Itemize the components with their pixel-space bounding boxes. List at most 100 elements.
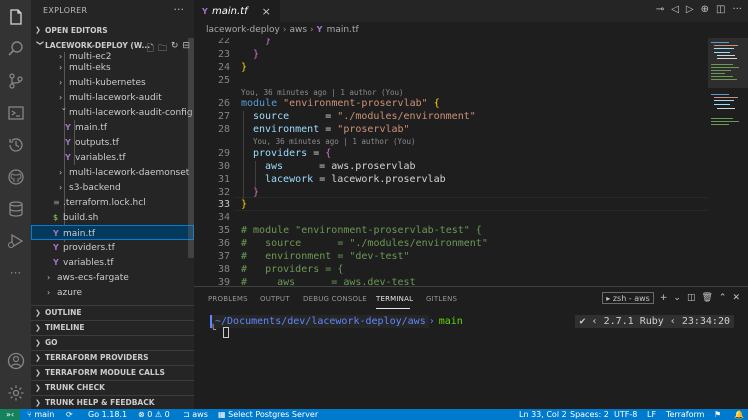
- tree-file[interactable]: Yvariables.tf: [31, 150, 194, 165]
- tree-folder[interactable]: › multi-eks: [31, 60, 194, 75]
- problems-status[interactable]: ⊗ 0 ⚠ 0: [138, 409, 170, 420]
- code-line: }: [241, 199, 248, 210]
- cursor-position[interactable]: Ln 33, Col 2: [519, 409, 567, 420]
- tab-problems[interactable]: PROBLEMS: [208, 295, 248, 303]
- prompt-branch: main: [438, 315, 463, 327]
- minimap-line: [711, 94, 729, 95]
- manage-gear-icon[interactable]: [0, 378, 31, 408]
- open-editors-section[interactable]: ❯ OPEN EDITORS: [31, 23, 194, 37]
- close-panel-icon[interactable]: ✕: [732, 293, 740, 303]
- indentation[interactable]: Spaces: 2: [570, 409, 609, 420]
- explorer-icon[interactable]: [0, 2, 31, 32]
- terminal-prompt: ~/Documents/dev/lacework-deploy/aws › ma…: [210, 314, 467, 328]
- code-line: # environment = "dev-test": [241, 251, 410, 262]
- new-terminal-button[interactable]: +: [660, 293, 668, 303]
- github-icon[interactable]: [0, 162, 31, 192]
- chevron-right-icon: ›: [47, 273, 51, 282]
- breadcrumb-item[interactable]: aws: [289, 25, 307, 35]
- toggle-blame-icon[interactable]: ⊕: [701, 4, 709, 15]
- language-mode[interactable]: Terraform: [666, 409, 704, 420]
- remote-indicator[interactable]: »‹: [0, 409, 20, 420]
- tree-file-selected[interactable]: Ymain.tf: [31, 225, 194, 240]
- chevron-right-icon: ❯: [35, 26, 41, 34]
- tab-debug-console[interactable]: DEBUG CONSOLE: [303, 295, 367, 303]
- tree-folder[interactable]: › azure: [31, 285, 194, 300]
- git-blame-annotation[interactable]: You, 36 minutes ago | 1 author (You): [241, 88, 404, 97]
- trash-icon[interactable]: 🗑: [701, 293, 712, 303]
- tree-folder[interactable]: › s3-backend: [31, 180, 194, 195]
- split-terminal-icon[interactable]: ◫: [687, 293, 696, 303]
- tab-main-tf[interactable]: Y main.tf ×: [194, 0, 280, 22]
- tab-output[interactable]: OUTPUT: [260, 295, 290, 303]
- code-line: }: [241, 62, 248, 73]
- shell-file-icon: $: [53, 213, 59, 222]
- chevron-right-icon: ›: [59, 93, 63, 102]
- run-debug-icon[interactable]: [0, 226, 31, 256]
- chevron-down-icon[interactable]: ⌄: [673, 293, 681, 303]
- minimap[interactable]: [708, 38, 748, 286]
- trunk-check-section[interactable]: ❯ TRUNK CHECK: [31, 380, 194, 394]
- terminal-selector[interactable]: ▸ zsh - aws: [602, 292, 654, 304]
- tree-folder[interactable]: ›multi-lacework-audit-config: [31, 105, 194, 120]
- database-icon[interactable]: [0, 194, 31, 224]
- tab-label: main.tf: [212, 5, 248, 17]
- line-number: 39: [217, 277, 230, 286]
- breadcrumb: lacework-deploy › aws › Ymain.tf: [194, 22, 748, 38]
- code-line: environment = "proservlab": [253, 124, 410, 135]
- next-change-icon[interactable]: ▷: [686, 4, 694, 15]
- folder-status[interactable]: ⊐ aws: [183, 409, 208, 420]
- end-of-line[interactable]: LF: [647, 409, 656, 420]
- code-line: }: [253, 49, 260, 60]
- tree-folder[interactable]: › multi-lacework-audit: [31, 90, 194, 105]
- tree-file[interactable]: Youtputs.tf: [31, 135, 194, 150]
- terraform-file-icon: Y: [65, 123, 71, 132]
- tree-folder[interactable]: › aws-ecs-fargate: [31, 270, 194, 285]
- account-icon[interactable]: [0, 346, 31, 376]
- postgres-status[interactable]: ▦ Select Postgres Server: [218, 409, 318, 420]
- trunk-help-section[interactable]: ❯ TRUNK HELP & FEEDBACK: [31, 395, 194, 409]
- terraform-providers-section[interactable]: ❯ TERRAFORM PROVIDERS: [31, 350, 194, 364]
- more-views-icon[interactable]: ···: [0, 258, 31, 288]
- breadcrumb-item[interactable]: main.tf: [327, 25, 359, 35]
- notifications-icon[interactable]: 🔔: [734, 409, 744, 420]
- branch-status[interactable]: ⑂ main: [27, 409, 54, 420]
- terraform-module-calls-section[interactable]: ❯ TERRAFORM MODULE CALLS: [31, 365, 194, 379]
- line-number: 38: [217, 264, 230, 275]
- minimap-line: [711, 118, 733, 119]
- search-icon[interactable]: [0, 34, 31, 64]
- explorer-more-button[interactable]: ···: [174, 3, 185, 16]
- tree-file[interactable]: $ build.sh: [31, 210, 194, 225]
- minimap-line: [711, 79, 737, 80]
- line-number: 23: [217, 49, 230, 60]
- code-editor[interactable]: 22 } 23 } 24 } 25 You, 36 minutes ago | …: [194, 38, 708, 286]
- outline-section[interactable]: ❯ OUTLINE: [31, 305, 194, 319]
- account-status-icon[interactable]: ⚑: [714, 409, 721, 420]
- tree-folder[interactable]: › multi-lacework-daemonset: [31, 165, 194, 180]
- source-control-icon[interactable]: [0, 66, 31, 96]
- tree-file[interactable]: Ymain.tf: [31, 120, 194, 135]
- git-blame-annotation[interactable]: You, 36 minutes ago | 1 author (You): [253, 137, 416, 146]
- close-icon[interactable]: ×: [262, 5, 271, 18]
- terminal-view-icon[interactable]: [0, 98, 31, 128]
- go-version[interactable]: Go 1.18.1: [88, 409, 127, 420]
- tree-folder[interactable]: › multi-kubernetes: [31, 75, 194, 90]
- maximize-panel-icon[interactable]: ⌃: [719, 293, 727, 303]
- tree-file[interactable]: Yvariables.tf: [31, 255, 194, 270]
- sync-icon[interactable]: ⟳: [66, 409, 73, 420]
- tab-gitlens[interactable]: GITLENS: [426, 295, 457, 303]
- bottom-panel: PROBLEMS OUTPUT DEBUG CONSOLE TERMINAL G…: [194, 286, 748, 409]
- more-actions-icon[interactable]: ···: [732, 4, 742, 15]
- tab-terminal[interactable]: TERMINAL: [376, 295, 413, 303]
- breadcrumb-item[interactable]: lacework-deploy: [206, 25, 280, 35]
- history-icon[interactable]: [0, 130, 31, 160]
- split-editor-icon[interactable]: ◫: [716, 4, 725, 15]
- previous-change-icon[interactable]: ◁: [671, 4, 679, 15]
- encoding[interactable]: UTF-8: [614, 409, 637, 420]
- tree-file[interactable]: ≡ .terraform.lock.hcl: [31, 195, 194, 210]
- code-line: # aws = aws.dev-test: [241, 277, 416, 286]
- tree-file[interactable]: Yproviders.tf: [31, 240, 194, 255]
- timeline-section[interactable]: ❯ TIMELINE: [31, 320, 194, 334]
- go-section[interactable]: ❯ GO: [31, 335, 194, 349]
- line-number: 22: [217, 38, 230, 46]
- git-compare-icon[interactable]: ⊸: [656, 4, 664, 15]
